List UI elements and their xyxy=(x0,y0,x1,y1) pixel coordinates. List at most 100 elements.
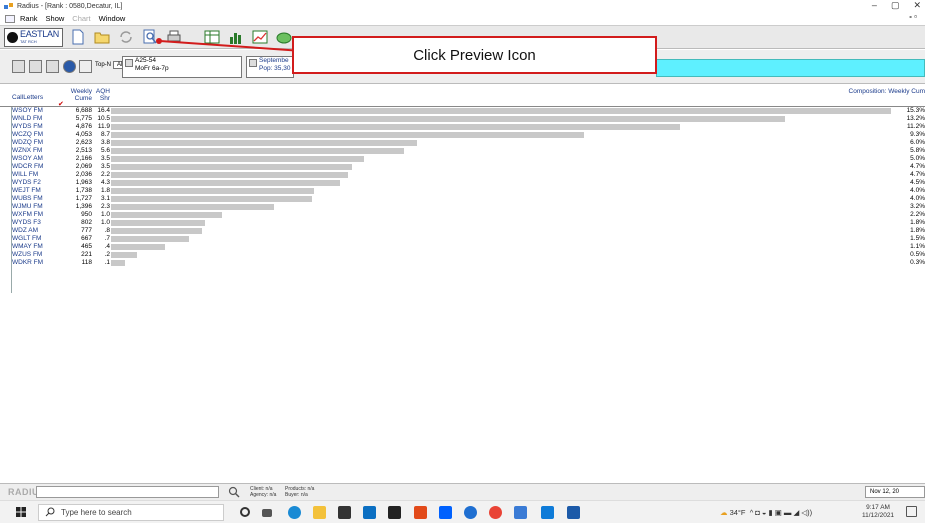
maximize-button[interactable]: ▢ xyxy=(891,0,900,11)
table-row[interactable]: WGLT FM 667 .7 1.5% xyxy=(0,235,925,243)
cume-bar xyxy=(111,204,274,210)
demo-label: A25-54 xyxy=(135,57,156,64)
table-row[interactable]: WDZ AM 777 .8 1.8% xyxy=(0,227,925,235)
dropdown-arrow-icon[interactable] xyxy=(249,59,257,67)
table-row[interactable]: WILL FM 2,036 2.2 4.7% xyxy=(0,171,925,179)
survey-period-selector[interactable]: Septembe Pop: 35,30 xyxy=(246,56,294,78)
map-button[interactable] xyxy=(275,28,293,46)
table-row[interactable]: WYDS F2 1,963 4.3 4.5% xyxy=(0,179,925,187)
table-row[interactable]: WJMU FM 1,396 2.3 3.2% xyxy=(0,203,925,211)
row-composition: 11.2% xyxy=(907,123,925,130)
radius-taskbar-icon[interactable] xyxy=(514,506,527,519)
chrome-icon[interactable] xyxy=(489,506,502,519)
table-row[interactable]: WDZQ FM 2,623 3.8 6.0% xyxy=(0,139,925,147)
row-callletters: WCZQ FM xyxy=(12,131,44,138)
header-aqh-shr[interactable]: AQH Shr xyxy=(94,88,110,102)
row-cume: 802 xyxy=(81,219,92,226)
system-tray: ☁ 34°F ^ ◘ ◒ ▮ ▣ ▬ ◢ ◁)) xyxy=(720,504,812,521)
cortana-icon[interactable] xyxy=(240,507,250,517)
close-button[interactable]: ✕ xyxy=(913,0,921,11)
view-button-1[interactable] xyxy=(12,60,25,73)
row-callletters: WYDS F2 xyxy=(12,179,41,186)
buyer-text: Buyer: n/a xyxy=(285,492,308,498)
table-row[interactable]: WCZQ FM 4,053 8.7 9.3% xyxy=(0,131,925,139)
table-row[interactable]: WMAY FM 465 .4 1.1% xyxy=(0,243,925,251)
view-button-3[interactable] xyxy=(46,60,59,73)
globe-icon[interactable] xyxy=(63,60,76,73)
dropdown-arrow-icon[interactable] xyxy=(125,59,133,67)
row-callletters: WSOY FM xyxy=(12,107,43,114)
row-composition: 15.3% xyxy=(906,107,925,114)
table-row[interactable]: WYDS F3 802 1.0 1.8% xyxy=(0,219,925,227)
row-cume: 5,775 xyxy=(75,115,92,122)
row-composition: 0.3% xyxy=(910,259,925,266)
windows-start-icon[interactable] xyxy=(16,507,26,517)
notification-icon[interactable] xyxy=(906,506,917,517)
header-composition[interactable]: Composition: Weekly Cum xyxy=(830,88,925,95)
refresh-button[interactable] xyxy=(117,28,135,46)
table-row[interactable]: WDKR FM 118 .1 0.3% xyxy=(0,259,925,267)
demo-daypart-selector[interactable]: A25-54 MoFr 6a-7p xyxy=(122,56,242,78)
document-icon[interactable] xyxy=(5,14,15,23)
task-view-icon[interactable] xyxy=(262,509,272,517)
table-row[interactable]: WDCR FM 2,069 3.5 4.7% xyxy=(0,163,925,171)
row-cume: 1,396 xyxy=(75,203,92,210)
menu-show[interactable]: Show xyxy=(46,14,65,23)
minimize-button[interactable]: – xyxy=(872,0,877,11)
menu-rank[interactable]: Rank xyxy=(20,14,38,23)
row-cume: 777 xyxy=(81,227,92,234)
outlook-icon[interactable] xyxy=(541,506,554,519)
cume-bar xyxy=(111,172,348,178)
taskbar-clock[interactable]: 9:17 AM 11/12/2021 xyxy=(862,504,894,520)
cume-bar xyxy=(111,188,314,194)
word-icon[interactable] xyxy=(567,506,580,519)
row-aqh-shr: 8.7 xyxy=(100,131,110,138)
menu-chart[interactable]: Chart xyxy=(72,14,90,23)
table-row[interactable]: WNLD FM 5,775 10.5 13.2% xyxy=(0,115,925,123)
open-button[interactable] xyxy=(93,28,111,46)
table-row[interactable]: WYDS FM 4,876 11.9 11.2% xyxy=(0,123,925,131)
table-row[interactable]: WZNX FM 2,513 5.6 5.8% xyxy=(0,147,925,155)
row-aqh-shr: .4 xyxy=(104,243,110,250)
population-label: Pop: 35,30 xyxy=(259,65,291,72)
mdi-controls[interactable]: - ▫ xyxy=(909,12,917,21)
search-icon[interactable] xyxy=(228,486,240,498)
menu-window[interactable]: Window xyxy=(99,14,126,23)
chart-button[interactable] xyxy=(227,28,245,46)
row-cume: 2,166 xyxy=(75,155,92,162)
taskbar-search-input[interactable]: Type here to search xyxy=(38,504,224,521)
cume-bar xyxy=(111,220,205,226)
table-row[interactable]: WEJT FM 1,738 1.8 4.0% xyxy=(0,187,925,195)
table-row[interactable]: WXFM FM 950 1.0 2.2% xyxy=(0,211,925,219)
file-explorer-icon[interactable] xyxy=(313,506,326,519)
weather-temp[interactable]: 34°F xyxy=(730,508,746,517)
status-date: Nov 12, 20 xyxy=(865,486,925,498)
table-row[interactable]: WSOY FM 6,688 16.4 15.3% xyxy=(0,107,925,115)
office-icon[interactable] xyxy=(414,506,427,519)
open-folder-icon xyxy=(94,32,110,44)
cume-bar xyxy=(111,164,352,170)
table-row[interactable]: WZUS FM 221 .2 0.5% xyxy=(0,251,925,259)
tray-icons[interactable]: ^ ◘ ◒ ▮ ▣ ▬ ◢ ◁)) xyxy=(748,508,812,517)
header-callletters[interactable]: CallLetters xyxy=(12,94,43,101)
refresh-icon xyxy=(120,31,132,43)
table-row[interactable]: WSOY AM 2,166 3.5 5.0% xyxy=(0,155,925,163)
mail-icon[interactable] xyxy=(363,506,376,519)
status-field xyxy=(36,486,219,498)
edge-icon[interactable] xyxy=(288,506,301,519)
graph-button[interactable] xyxy=(251,28,269,46)
row-composition: 5.8% xyxy=(910,147,925,154)
header-cume[interactable]: Weekly Cume xyxy=(62,88,92,102)
table-row[interactable]: WUBS FM 1,727 3.1 4.0% xyxy=(0,195,925,203)
app-icon[interactable] xyxy=(464,506,477,519)
store-icon[interactable] xyxy=(338,506,351,519)
clock-date: 11/12/2021 xyxy=(862,512,895,519)
eastlan-logo: EASTLAN TAT RCH xyxy=(4,27,63,47)
dropbox-icon[interactable] xyxy=(439,506,452,519)
weather-icon[interactable]: ☁ xyxy=(720,508,728,517)
fraction-icon[interactable] xyxy=(79,60,92,73)
amazon-icon[interactable] xyxy=(388,506,401,519)
cume-bar xyxy=(111,228,202,234)
new-button[interactable] xyxy=(69,28,87,46)
view-button-2[interactable] xyxy=(29,60,42,73)
